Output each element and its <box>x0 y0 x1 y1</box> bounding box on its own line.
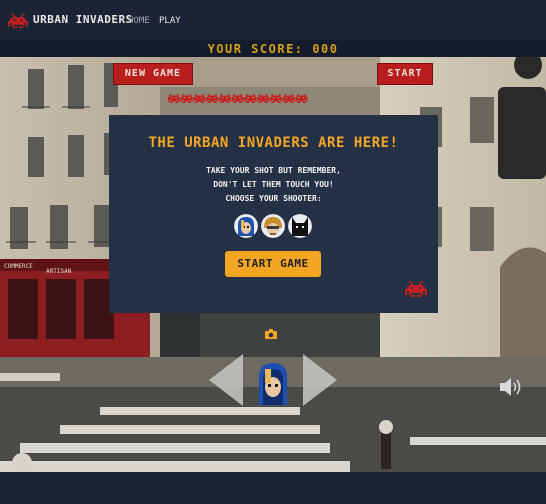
invader-icon[interactable] <box>8 13 28 29</box>
brand-name[interactable]: URBAN INVADERS <box>33 13 133 26</box>
shop-sign-right: ARTISAN <box>46 268 72 275</box>
intro-modal: THE URBAN INVADERS ARE HERE! TAKE YOUR S… <box>109 115 438 313</box>
blonde-shooter-icon[interactable] <box>261 214 285 238</box>
score-display: YOUR SCORE: 000 <box>207 42 339 56</box>
nav-home-link[interactable]: HOME <box>128 16 150 26</box>
invader-row <box>168 94 308 103</box>
blue-hood-shooter-icon[interactable] <box>234 214 258 238</box>
footer-bar <box>0 472 546 504</box>
top-navbar: URBAN INVADERS HOME PLAY <box>0 0 546 40</box>
score-bar: YOUR SCORE: 000 <box>0 40 546 57</box>
modal-line-3: CHOOSE YOUR SHOOTER: <box>225 194 322 203</box>
move-right-arrow-icon[interactable] <box>303 354 337 406</box>
new-game-button[interactable]: NEW GAME <box>113 63 193 85</box>
camera-icon[interactable] <box>265 329 277 339</box>
player-shooter-icon[interactable] <box>253 361 293 405</box>
start-game-button[interactable]: START GAME <box>225 251 321 277</box>
nav-play-link[interactable]: PLAY <box>159 16 181 26</box>
invader-icon <box>405 281 427 297</box>
start-button[interactable]: START <box>377 63 433 85</box>
volume-icon[interactable] <box>500 376 524 398</box>
black-cat-shooter-icon[interactable] <box>288 214 312 238</box>
shop-sign-left: COMMERCE <box>4 263 33 270</box>
modal-line-1: TAKE YOUR SHOT BUT REMEMBER, <box>206 166 341 175</box>
modal-line-2: DON'T LET THEM TOUCH YOU! <box>213 180 334 189</box>
move-left-arrow-icon[interactable] <box>209 354 243 406</box>
modal-title: THE URBAN INVADERS ARE HERE! <box>148 135 399 151</box>
